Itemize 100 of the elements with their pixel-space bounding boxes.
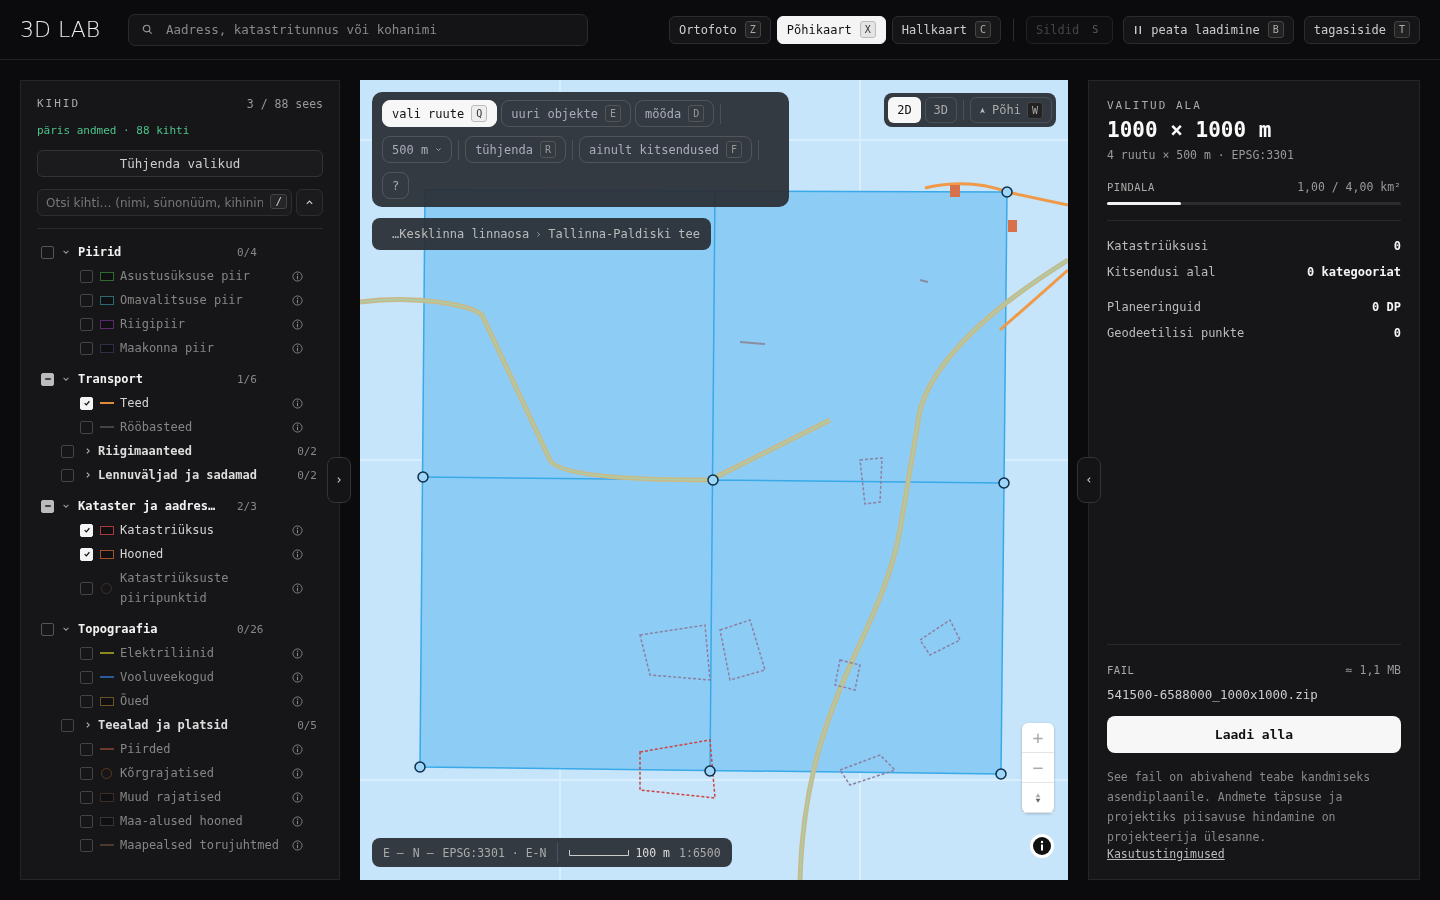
checkbox[interactable]	[80, 742, 93, 756]
checkbox[interactable]	[80, 646, 93, 660]
clear-selection-button[interactable]: Tühjenda valikud	[37, 150, 323, 177]
checkbox[interactable]	[80, 317, 93, 331]
info-icon[interactable]	[292, 647, 303, 659]
layer-name[interactable]: Õued	[120, 689, 292, 713]
feedback-button[interactable]: tagasiside T	[1303, 15, 1420, 44]
group-name[interactable]: Topograafia	[78, 622, 237, 636]
checkbox[interactable]	[61, 718, 74, 732]
restrictions-toggle[interactable]: ainult kitsendused F	[578, 136, 753, 163]
checkbox[interactable]	[80, 694, 93, 708]
layer-name[interactable]: Elektriliinid	[120, 641, 292, 665]
info-icon[interactable]	[292, 743, 303, 755]
group-name[interactable]: Piirid	[78, 245, 237, 259]
group-name[interactable]: Transport	[78, 372, 237, 386]
info-icon[interactable]	[292, 294, 303, 306]
layer-name[interactable]: Hooned	[120, 542, 292, 566]
layer-name[interactable]: Maa-alused hooned	[120, 809, 292, 833]
layer-name[interactable]: Vooluveekogud	[120, 665, 292, 689]
breadcrumb-item[interactable]: Tallinna-Paldiski tee	[548, 227, 700, 241]
resize-handle[interactable]	[704, 765, 716, 777]
info-icon[interactable]	[292, 767, 303, 779]
checkbox[interactable]	[80, 420, 93, 434]
resize-handle[interactable]	[995, 768, 1007, 780]
north-button[interactable]: Põhi W	[970, 97, 1052, 123]
download-button[interactable]: Laadi alla	[1107, 716, 1401, 753]
breadcrumb-item[interactable]: …Kesklinna linnaosa	[392, 227, 530, 241]
chevron-up-icon	[305, 198, 314, 207]
layer-name[interactable]: Riigipiir	[120, 312, 292, 336]
info-icon[interactable]	[292, 270, 303, 282]
layer-name[interactable]: Omavalitsuse piir	[120, 288, 292, 312]
subgroup-name[interactable]: Riigimaanteed	[98, 444, 298, 458]
resize-handle[interactable]	[707, 474, 719, 486]
layer-name[interactable]: Kõrgrajatised	[120, 761, 292, 785]
group-name[interactable]: Kataster ja aadres…	[78, 499, 237, 513]
mode-button[interactable]: vali ruute Q	[382, 100, 498, 127]
layer-name[interactable]: Katastriüksus	[120, 518, 292, 542]
mode-button[interactable]: uuri objekte E	[501, 100, 631, 127]
layer-name[interactable]: Muud rajatised	[120, 785, 292, 809]
view-mode-button[interactable]: 2D	[888, 97, 921, 123]
info-icon[interactable]	[292, 582, 303, 594]
layer-count: 0/26	[237, 622, 265, 636]
layer-name[interactable]: Rööbasteed	[120, 415, 292, 439]
help-button[interactable]: ?	[382, 172, 409, 199]
mode-button[interactable]: mõõda D	[635, 100, 715, 127]
resize-handle[interactable]	[417, 471, 429, 483]
info-icon[interactable]	[292, 524, 303, 536]
checkbox[interactable]	[80, 766, 93, 780]
chevron-down-icon[interactable]	[62, 502, 70, 510]
checkbox[interactable]	[80, 581, 93, 595]
chevron-right-icon[interactable]	[84, 447, 92, 455]
info-icon[interactable]	[292, 397, 303, 409]
clear-button[interactable]: tühjenda R	[465, 136, 566, 163]
checkbox[interactable]	[80, 269, 93, 283]
resize-handle[interactable]	[414, 761, 426, 773]
checkbox[interactable]	[80, 790, 93, 804]
checkbox[interactable]	[80, 670, 93, 684]
checkbox[interactable]	[41, 622, 54, 636]
basemap-tab[interactable]: Ortofoto Z	[668, 15, 771, 44]
layer-name[interactable]: Teed	[120, 391, 292, 415]
search-field[interactable]: Aadress, katastritunnus või kohanimi	[128, 13, 588, 46]
layer-name[interactable]: Asustusüksuse piir	[120, 264, 292, 288]
chevron-down-icon[interactable]	[62, 625, 70, 633]
layer-name[interactable]: Piirded	[120, 737, 292, 761]
checkbox[interactable]	[80, 341, 93, 355]
grid-size-dropdown[interactable]: 500 m	[382, 136, 453, 163]
checkbox[interactable]	[41, 245, 54, 259]
pause-loading-button[interactable]: peata laadimine B	[1123, 15, 1294, 44]
info-icon[interactable]	[292, 342, 303, 354]
checkbox[interactable]	[61, 468, 74, 482]
chevron-down-icon[interactable]	[62, 375, 70, 383]
layer-name[interactable]: Katastriüksuste piiripunktid	[120, 566, 292, 610]
checkbox[interactable]	[61, 444, 74, 458]
checkbox[interactable]	[80, 838, 93, 852]
checkbox[interactable]	[41, 499, 54, 513]
layer-name[interactable]: Maakonna piir	[120, 336, 292, 360]
info-icon[interactable]	[292, 671, 303, 683]
resize-handle[interactable]	[998, 477, 1010, 489]
info-icon[interactable]	[292, 421, 303, 433]
chevron-left-icon	[1085, 476, 1093, 484]
resize-handle[interactable]	[1001, 186, 1013, 198]
layer-name[interactable]: Maapealsed torujuhtmed	[120, 833, 292, 857]
subgroup-name[interactable]: Teealad ja platsid	[98, 718, 298, 732]
info-icon[interactable]	[292, 695, 303, 707]
chevron-right-icon[interactable]	[84, 721, 92, 729]
basemap-tab[interactable]: Hallkaart C	[891, 15, 1001, 44]
chevron-right-icon[interactable]	[84, 471, 92, 479]
info-icon[interactable]	[292, 815, 303, 827]
view-mode-button[interactable]: 3D	[924, 97, 958, 123]
subgroup-name[interactable]: Lennuväljad ja sadamad	[98, 468, 298, 482]
terms-link[interactable]: Kasutustingimused	[1107, 847, 1225, 861]
info-icon[interactable]	[292, 839, 303, 851]
checkbox[interactable]	[80, 814, 93, 828]
info-icon[interactable]	[292, 791, 303, 803]
checkbox[interactable]	[80, 293, 93, 307]
info-icon[interactable]	[292, 318, 303, 330]
chevron-down-icon[interactable]	[62, 248, 70, 256]
basemap-tab[interactable]: Põhikaart X	[776, 15, 886, 44]
checkbox[interactable]	[41, 372, 54, 386]
info-icon[interactable]	[292, 548, 303, 560]
